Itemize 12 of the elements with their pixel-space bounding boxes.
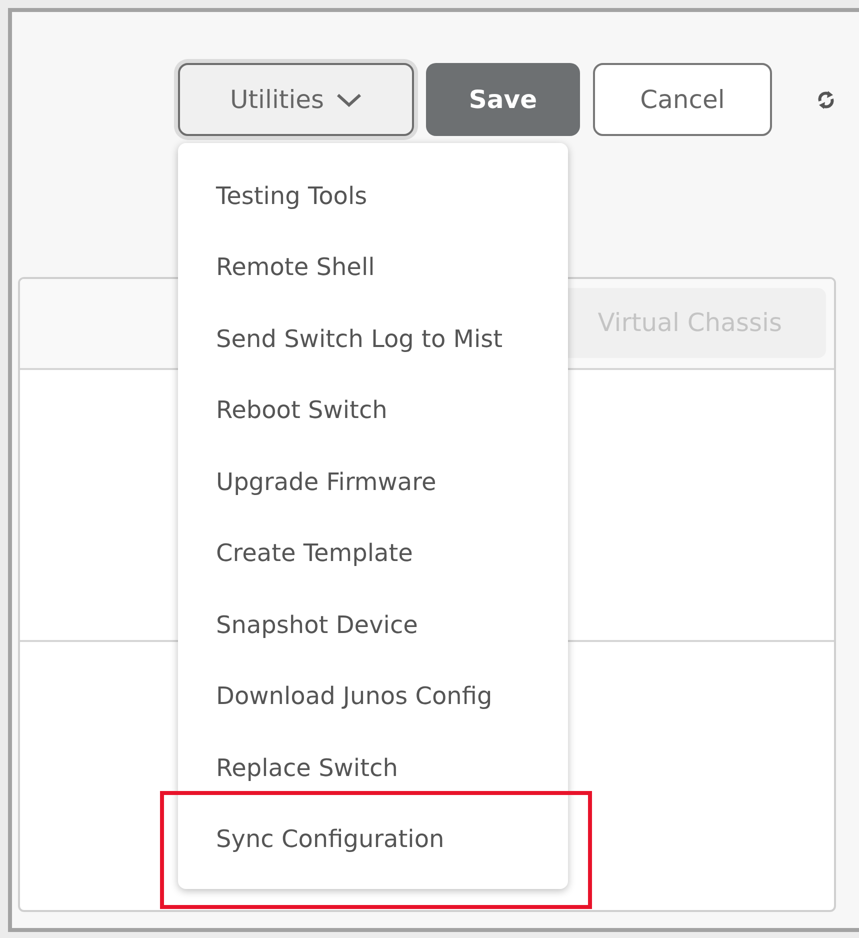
menu-item[interactable]: Snapshot Device [178, 589, 568, 660]
menu-item[interactable]: Download Junos Config [178, 660, 568, 732]
refresh-icon[interactable] [816, 89, 836, 111]
menu-item[interactable]: Create Template [178, 518, 568, 589]
chevron-icon [336, 92, 362, 108]
menu-item[interactable]: Upgrade Firmware [178, 446, 568, 518]
menu-item[interactable]: Reboot Switch [178, 374, 568, 446]
save-button[interactable]: Save [426, 63, 580, 136]
menu-item[interactable]: Testing Tools [178, 160, 568, 232]
cancel-button[interactable]: Cancel [593, 63, 772, 136]
menu-item[interactable]: Replace Switch [178, 732, 568, 804]
menu-item[interactable]: Sync Configuration [178, 804, 568, 875]
